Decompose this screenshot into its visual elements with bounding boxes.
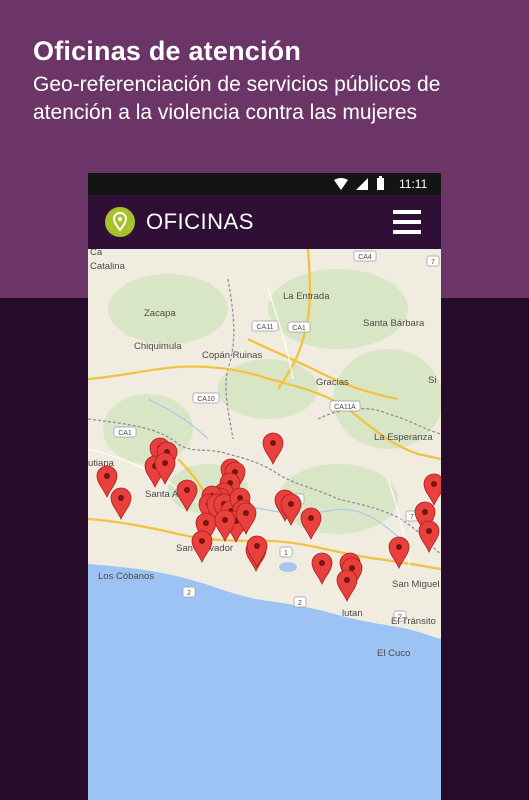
road-shield-label: 2 <box>298 600 302 607</box>
map-marker-dot <box>344 577 350 583</box>
map-marker-dot <box>426 528 432 534</box>
road-shield-label: 7 <box>431 259 435 266</box>
place-label: Zacapa <box>144 308 176 319</box>
map-marker-dot <box>104 473 110 479</box>
road-shield-label: CA1 <box>118 430 132 437</box>
signal-icon <box>356 178 368 190</box>
map-marker-dot <box>162 460 168 466</box>
place-label: El Cuco <box>377 648 410 659</box>
place-label: Santa Bárbara <box>363 318 425 329</box>
map-marker-dot <box>199 538 205 544</box>
map-marker-dot <box>118 495 124 501</box>
map-marker-dot <box>203 520 209 526</box>
place-label: Ca <box>90 249 103 258</box>
place-label: La Esperanza <box>374 432 433 443</box>
hamburger-menu-icon[interactable] <box>393 210 423 236</box>
place-label: El Tránsito <box>391 616 436 627</box>
place-label: Los Cóbanos <box>98 571 154 582</box>
place-label: La Entrada <box>283 291 330 302</box>
place-label: Chiquimula <box>134 341 182 352</box>
place-label: Si <box>428 375 436 386</box>
road-shield-label: CA10 <box>197 396 215 403</box>
road-shield-label: CA11A <box>334 404 356 411</box>
map-marker-dot <box>319 560 325 566</box>
place-label: Gracias <box>316 377 349 388</box>
map-marker-dot <box>254 543 260 549</box>
road-shield-label: 7 <box>410 514 414 521</box>
map-marker-dot <box>243 510 249 516</box>
status-time: 11:11 <box>399 177 428 191</box>
phone-screen: 11:11 OFICINAS CA4 CA11 CA10 CA1 CA11A C… <box>88 173 441 800</box>
map-marker-dot <box>270 440 276 446</box>
map-marker-dot <box>308 515 314 521</box>
promo-subtitle: Geo-referenciación de servicios públicos… <box>33 73 441 124</box>
road-shield-label: 1 <box>284 550 288 557</box>
map-marker-dot <box>422 509 428 515</box>
road-shield-label: CA1 <box>292 325 306 332</box>
road-shield-label: CA4 <box>358 254 372 261</box>
road-shield-label: CA11 <box>257 324 274 331</box>
map-view[interactable]: CA4 CA11 CA10 CA1 CA11A CA1 2 3 1 2 2 7 … <box>88 249 441 800</box>
place-label: San Miguel <box>392 579 440 590</box>
app-title: OFICINAS <box>146 209 254 234</box>
location-pin-icon[interactable] <box>105 207 135 237</box>
promo-title: Oficinas de atención <box>33 36 302 66</box>
map-marker-dot <box>222 517 228 523</box>
map-marker-dot <box>184 487 190 493</box>
map-marker-dot <box>288 501 294 507</box>
map-marker-dot <box>396 544 402 550</box>
battery-icon <box>377 176 384 190</box>
place-label: lutan <box>342 608 363 619</box>
app-bar: OFICINAS <box>88 195 441 249</box>
map-marker-dot <box>431 481 437 487</box>
status-bar: 11:11 <box>88 173 441 195</box>
road-shield-label: 2 <box>187 590 191 597</box>
place-label: Catalina <box>90 261 126 272</box>
wifi-icon <box>334 178 348 190</box>
place-label: Copán Ruinas <box>202 350 262 361</box>
